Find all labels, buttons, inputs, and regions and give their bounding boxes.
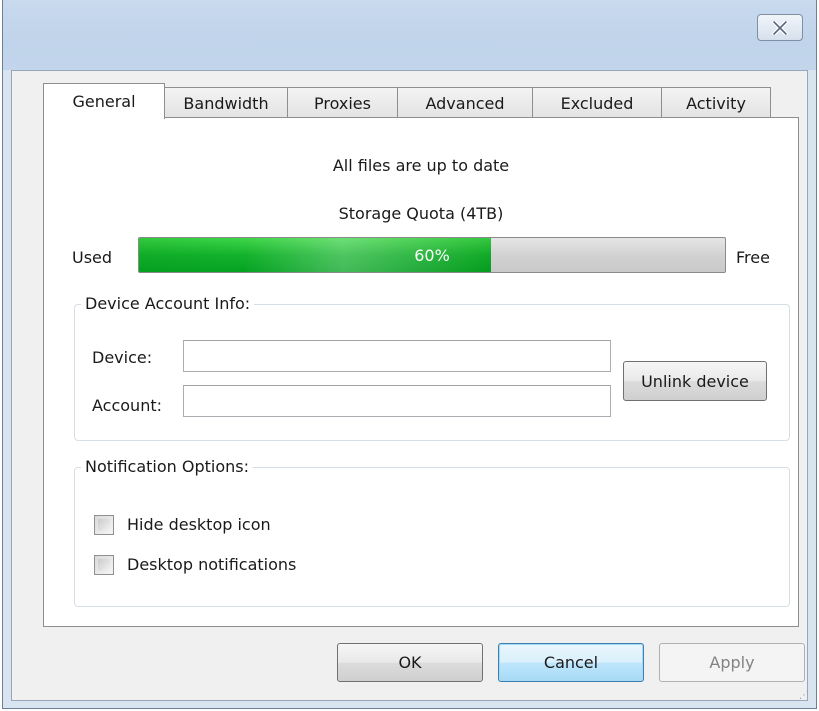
desktop-notifications-label[interactable]: Desktop notifications bbox=[127, 555, 296, 574]
storage-quota-title: Storage Quota (4TB) bbox=[338, 204, 504, 223]
account-label: Account: bbox=[92, 396, 162, 415]
account-field[interactable] bbox=[183, 385, 611, 417]
device-account-group: Device Account Info: Device: Account: Un… bbox=[74, 294, 790, 441]
notification-options-legend: Notification Options: bbox=[81, 457, 254, 476]
storage-quota-bar: 60% bbox=[138, 237, 726, 273]
hide-desktop-icon-label[interactable]: Hide desktop icon bbox=[127, 515, 271, 534]
tab-bandwidth[interactable]: Bandwidth bbox=[164, 87, 288, 118]
tab-label: Proxies bbox=[314, 93, 371, 113]
cancel-button[interactable]: Cancel bbox=[498, 643, 644, 682]
tab-advanced[interactable]: Advanced bbox=[397, 87, 533, 118]
apply-button[interactable]: Apply bbox=[659, 643, 805, 682]
device-label: Device: bbox=[92, 348, 153, 367]
close-icon bbox=[772, 20, 788, 35]
free-label: Free bbox=[736, 248, 770, 267]
title-bar bbox=[3, 0, 816, 70]
tab-label: Advanced bbox=[425, 93, 505, 113]
tab-label: Excluded bbox=[560, 93, 634, 113]
dialog-body: General Bandwidth Proxies Advanced Exclu… bbox=[11, 70, 808, 701]
notification-options-group: Notification Options: Hide desktop icon … bbox=[74, 457, 790, 607]
hide-desktop-icon-checkbox[interactable] bbox=[94, 515, 114, 535]
used-label: Used bbox=[72, 248, 113, 267]
ok-button[interactable]: OK bbox=[337, 643, 483, 682]
tab-label: Activity bbox=[686, 93, 746, 113]
desktop-notifications-checkbox[interactable] bbox=[94, 555, 114, 575]
tab-label: General bbox=[72, 92, 136, 111]
device-field[interactable] bbox=[183, 340, 611, 372]
device-account-legend: Device Account Info: bbox=[81, 294, 255, 313]
tab-excluded[interactable]: Excluded bbox=[532, 87, 662, 118]
unlink-device-button[interactable]: Unlink device bbox=[623, 361, 767, 401]
tab-proxies[interactable]: Proxies bbox=[287, 87, 398, 118]
tab-general[interactable]: General bbox=[43, 83, 165, 119]
sync-status-text: All files are up to date bbox=[332, 156, 510, 175]
storage-quota-percent: 60% bbox=[414, 245, 450, 265]
settings-window: General Bandwidth Proxies Advanced Exclu… bbox=[2, 0, 817, 709]
tab-activity[interactable]: Activity bbox=[661, 87, 771, 118]
resize-grip-icon[interactable]: ⋰ bbox=[799, 690, 809, 701]
close-button[interactable] bbox=[757, 14, 803, 41]
tab-label: Bandwidth bbox=[183, 93, 269, 113]
general-tab-panel: All files are up to date Storage Quota (… bbox=[43, 117, 799, 627]
